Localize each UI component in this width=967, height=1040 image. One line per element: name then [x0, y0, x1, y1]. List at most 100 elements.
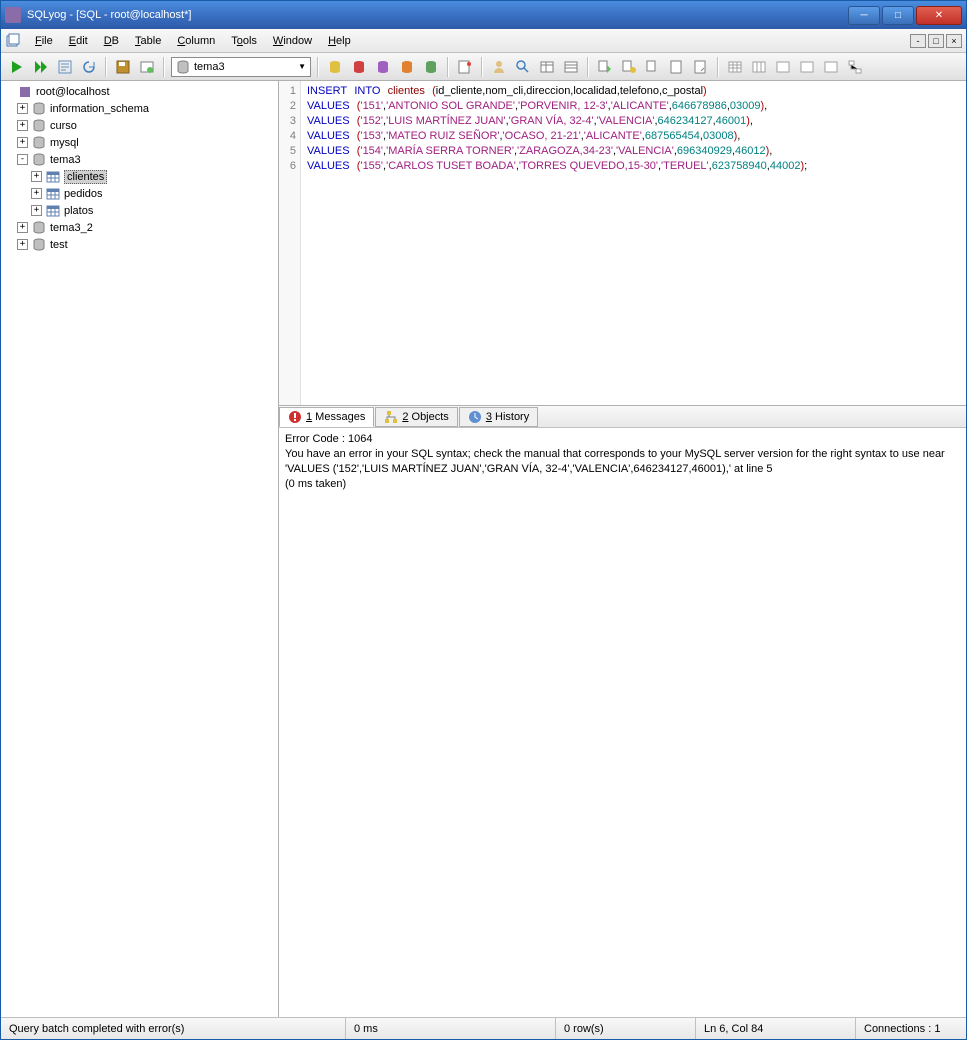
- tree-label: test: [50, 239, 68, 251]
- export-2-icon[interactable]: [619, 57, 639, 77]
- refresh-icon[interactable]: [79, 57, 99, 77]
- line-number: 4: [279, 129, 296, 144]
- menu-file[interactable]: File: [27, 33, 61, 49]
- database-icon: [32, 221, 46, 235]
- status-time: 0 ms: [346, 1018, 556, 1039]
- user-icon[interactable]: [489, 57, 509, 77]
- expand-icon[interactable]: +: [17, 137, 28, 148]
- expand-icon[interactable]: +: [31, 188, 42, 199]
- grid-4-icon[interactable]: [797, 57, 817, 77]
- database-icon: [32, 153, 46, 167]
- expand-icon[interactable]: +: [31, 171, 42, 182]
- tree-db-curso[interactable]: + curso: [3, 117, 276, 134]
- mdi-buttons: - □ ×: [910, 34, 962, 48]
- expand-icon[interactable]: +: [17, 222, 28, 233]
- grid-5-icon[interactable]: [821, 57, 841, 77]
- menu-column[interactable]: Column: [169, 33, 223, 49]
- tree-label: platos: [64, 205, 93, 217]
- menu-edit[interactable]: Edit: [61, 33, 96, 49]
- line-number: 5: [279, 144, 296, 159]
- error-icon: [288, 410, 302, 424]
- database-icon: [32, 136, 46, 150]
- tree-table-clientes[interactable]: + clientes: [3, 168, 276, 185]
- db-green-icon[interactable]: [421, 57, 441, 77]
- tree-table-platos[interactable]: + platos: [3, 202, 276, 219]
- result-tabs: 1 Messages 2 Objects 3 History: [279, 406, 966, 428]
- execute-all-icon[interactable]: [31, 57, 51, 77]
- tree-label: information_schema: [50, 103, 149, 115]
- close-button[interactable]: ✕: [916, 6, 962, 25]
- search-icon[interactable]: [513, 57, 533, 77]
- tree-db-tema3-2[interactable]: + tema3_2: [3, 219, 276, 236]
- database-icon: [32, 119, 46, 133]
- time-text: (0 ms taken): [285, 478, 346, 490]
- database-name: tema3: [194, 61, 298, 73]
- mdi-restore[interactable]: □: [928, 34, 944, 48]
- objects-icon: [384, 410, 398, 424]
- table-icon: [46, 187, 60, 201]
- tree-table-pedidos[interactable]: + pedidos: [3, 185, 276, 202]
- minimize-button[interactable]: ─: [848, 6, 880, 25]
- db-red-icon[interactable]: [349, 57, 369, 77]
- tree-label: curso: [50, 120, 77, 132]
- grid-1-icon[interactable]: [725, 57, 745, 77]
- diagram-icon[interactable]: [845, 57, 865, 77]
- query-icon[interactable]: [55, 57, 75, 77]
- db-purple-icon[interactable]: [373, 57, 393, 77]
- menu-window[interactable]: Window: [265, 33, 320, 49]
- error-text: You have an error in your SQL syntax; ch…: [285, 448, 948, 475]
- window-buttons: ─ □ ✕: [846, 6, 962, 25]
- export-5-icon[interactable]: [691, 57, 711, 77]
- tree-db-mysql[interactable]: + mysql: [3, 134, 276, 151]
- expand-icon[interactable]: +: [17, 239, 28, 250]
- toolbar-sep: [163, 57, 165, 77]
- sidebar: root@localhost + information_schema + cu…: [1, 81, 279, 1017]
- table-1-icon[interactable]: [537, 57, 557, 77]
- expand-icon[interactable]: +: [17, 103, 28, 114]
- db-orange-icon[interactable]: [397, 57, 417, 77]
- grid-3-icon[interactable]: [773, 57, 793, 77]
- export-1-icon[interactable]: [595, 57, 615, 77]
- tool-a-icon[interactable]: [455, 57, 475, 77]
- export-3-icon[interactable]: [643, 57, 663, 77]
- menu-db[interactable]: DB: [96, 33, 127, 49]
- database-select[interactable]: tema3 ▼: [171, 57, 311, 77]
- export-4-icon[interactable]: [667, 57, 687, 77]
- table-2-icon[interactable]: [561, 57, 581, 77]
- line-number: 1: [279, 84, 296, 99]
- open-icon[interactable]: [137, 57, 157, 77]
- status-connections: Connections : 1: [856, 1018, 966, 1039]
- collapse-icon[interactable]: -: [17, 154, 28, 165]
- tab-objects[interactable]: 2 Objects: [375, 407, 457, 427]
- tab-label: 2 Objects: [402, 411, 448, 423]
- execute-icon[interactable]: [7, 57, 27, 77]
- expand-icon[interactable]: +: [17, 120, 28, 131]
- code-area[interactable]: INSERT INTO clientes (id_cliente,nom_cli…: [301, 81, 966, 405]
- sql-editor[interactable]: 1 2 3 4 5 6 INSERT INTO clientes (id_cli…: [279, 81, 966, 406]
- db-yellow-icon[interactable]: [325, 57, 345, 77]
- tree-db-test[interactable]: + test: [3, 236, 276, 253]
- new-conn-icon[interactable]: [5, 33, 21, 49]
- menu-tools[interactable]: Tools: [223, 33, 265, 49]
- mdi-minimize[interactable]: -: [910, 34, 926, 48]
- server-icon: [18, 85, 32, 99]
- menu-help[interactable]: Help: [320, 33, 359, 49]
- tab-history[interactable]: 3 History: [459, 407, 538, 427]
- tree-db-information-schema[interactable]: + information_schema: [3, 100, 276, 117]
- database-icon: [32, 238, 46, 252]
- tree-root[interactable]: root@localhost: [3, 83, 276, 100]
- tab-label: 1 Messages: [306, 411, 365, 423]
- right-pane: 1 2 3 4 5 6 INSERT INTO clientes (id_cli…: [279, 81, 966, 1017]
- maximize-button[interactable]: □: [882, 6, 914, 25]
- tree-db-tema3[interactable]: - tema3: [3, 151, 276, 168]
- tab-messages[interactable]: 1 Messages: [279, 407, 374, 427]
- save-icon[interactable]: [113, 57, 133, 77]
- grid-2-icon[interactable]: [749, 57, 769, 77]
- app-icon: [5, 7, 21, 23]
- mdi-close[interactable]: ×: [946, 34, 962, 48]
- tree-label: root@localhost: [36, 86, 110, 98]
- menu-table[interactable]: Table: [127, 33, 169, 49]
- toolbar-sep: [481, 57, 483, 77]
- messages-panel[interactable]: Error Code : 1064 You have an error in y…: [279, 428, 966, 1017]
- expand-icon[interactable]: +: [31, 205, 42, 216]
